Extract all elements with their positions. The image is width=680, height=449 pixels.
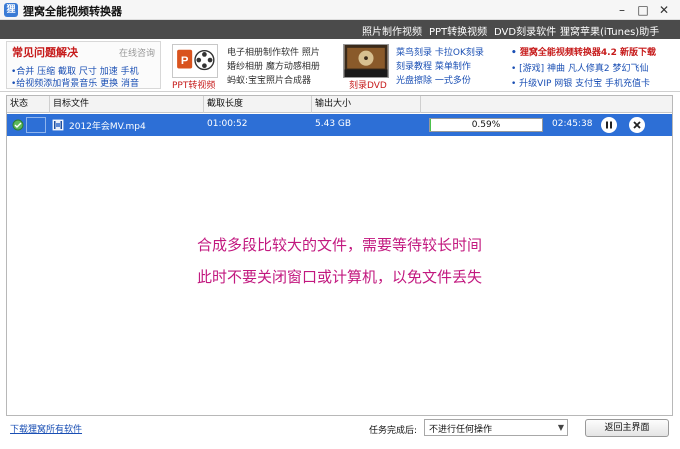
dvd-thumbnail-icon[interactable] [343, 44, 389, 78]
header-clip-length[interactable]: 截取长度 [204, 96, 312, 113]
download-all-software-link[interactable]: 下载狸窝所有软件 [10, 422, 82, 435]
menu-dvd-burn[interactable]: DVD刻录软件 [494, 23, 556, 38]
minimize-button[interactable]: – [614, 2, 630, 18]
back-to-main-button[interactable]: 返回主界面 [585, 419, 669, 437]
ppt-ad-line-3[interactable]: 蚂蚁:宝宝照片合成器 [227, 73, 311, 86]
faq-box: 常见问题解决 在线咨询 •合并 压缩 截取 尺寸 加速 手机 •给视频添加背景音… [6, 41, 161, 89]
after-task-select-value: 不进行任何操作 [429, 425, 493, 435]
task-table: 状态 目标文件 截取长度 输出大小 2012年会MV.mp4 01:00:52 … [6, 95, 673, 416]
menu-ppt-video[interactable]: PPT转换视频 [429, 23, 487, 38]
right-ad-line-1[interactable]: • 狸窝全能视频转换器4.2 新版下载 [511, 45, 656, 58]
cancel-task-button[interactable] [629, 117, 645, 133]
progress-label: 0.59% [471, 120, 501, 130]
online-consult-link[interactable]: 在线咨询 [119, 46, 155, 59]
row-target-file: 2012年会MV.mp4 [69, 122, 146, 132]
faq-title[interactable]: 常见问题解决 [12, 44, 78, 60]
after-task-select[interactable]: 不进行任何操作 ▼ [424, 419, 568, 436]
status-done-icon [12, 119, 24, 131]
close-icon [633, 121, 641, 129]
faq-line-2[interactable]: •给视频添加背景音乐 更换 消音 [11, 76, 139, 89]
table-row[interactable]: 2012年会MV.mp4 01:00:52 5.43 GB 0.59% 02:4… [7, 114, 672, 136]
ad-banner: 常见问题解决 在线咨询 •合并 压缩 截取 尺寸 加速 手机 •给视频添加背景音… [0, 39, 680, 92]
dvd-ad-line-2[interactable]: 刻录教程 菜单制作 [396, 59, 471, 72]
dvd-caption[interactable]: 刻录DVD [349, 78, 387, 91]
task-complete-label: 任务完成后: [369, 426, 418, 436]
svg-text:P: P [181, 55, 189, 67]
pause-icon [606, 121, 612, 129]
window-title: 狸窝全能视频转换器 [23, 5, 122, 18]
notice-line-1: 合成多段比较大的文件，需要等待较长时间 [196, 236, 482, 254]
chevron-down-icon: ▼ [557, 423, 564, 432]
menu-bar: 照片制作视频 PPT转换视频 DVD刻录软件 狸窝苹果(iTunes)助手 [0, 20, 680, 39]
right-ad-line-3[interactable]: • 升级VIP 网银 支付宝 手机充值卡 [511, 76, 650, 89]
dvd-ad-line-1[interactable]: 菜鸟刻录 卡拉OK刻录 [396, 45, 484, 58]
title-bar: 狸 狸窝全能视频转换器 – □ ✕ [0, 0, 680, 20]
header-target-file[interactable]: 目标文件 [50, 96, 204, 113]
ppt-ad-line-1[interactable]: 电子相册制作软件 照片 [227, 45, 320, 58]
header-progress[interactable] [421, 96, 672, 113]
close-button[interactable]: ✕ [656, 2, 672, 18]
app-logo-icon: 狸 [4, 3, 18, 17]
notice-line-2: 此时不要关闭窗口或计算机，以免文件丢失 [196, 268, 482, 286]
table-header: 状态 目标文件 截取长度 输出大小 [7, 96, 672, 113]
right-ad-line-2[interactable]: • [游戏] 神曲 凡人修真2 梦幻飞仙 [511, 61, 649, 74]
row-time-remaining: 02:45:38 [552, 119, 593, 129]
row-checkbox[interactable] [26, 117, 46, 133]
row-clip-length: 01:00:52 [207, 119, 248, 129]
dvd-ad-line-3[interactable]: 光盘擦除 一式多份 [396, 73, 471, 86]
ppt-ad-line-2[interactable]: 婚纱相册 魔方动感相册 [227, 59, 320, 72]
ppt-caption[interactable]: PPT转视频 [172, 78, 215, 91]
menu-itunes-helper[interactable]: 狸窝苹果(iTunes)助手 [560, 23, 659, 38]
header-status[interactable]: 状态 [7, 96, 50, 113]
video-file-icon [52, 119, 64, 131]
row-progress-bar: 0.59% [429, 118, 543, 132]
row-output-size: 5.43 GB [315, 119, 352, 129]
menu-photo-video[interactable]: 照片制作视频 [362, 23, 422, 38]
ppt-thumbnail-icon[interactable]: P [172, 44, 218, 78]
maximize-button[interactable]: □ [635, 2, 651, 18]
header-output-size[interactable]: 输出大小 [312, 96, 421, 113]
pause-button[interactable] [601, 117, 617, 133]
